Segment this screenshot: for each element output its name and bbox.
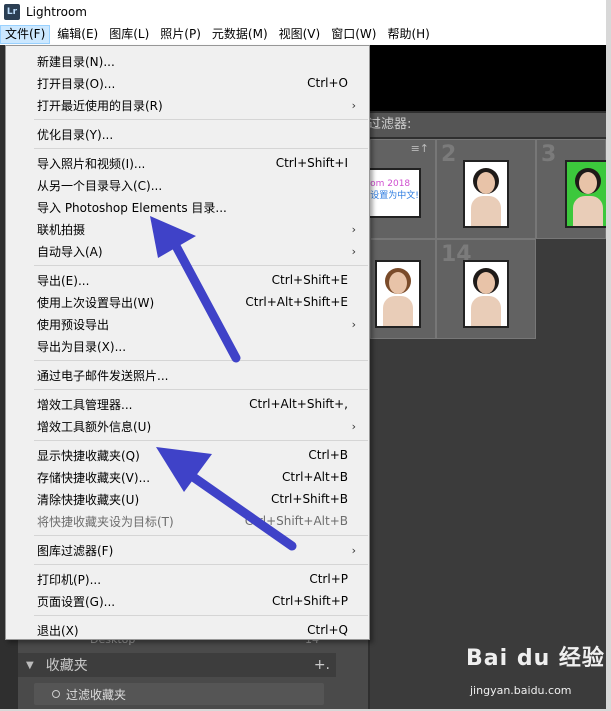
- baidu-watermark: Bai du 经验 jingyan.baidu.com: [466, 640, 606, 700]
- arrow-to-quick-collection-icon: [156, 447, 297, 551]
- window-frame-edge: [606, 0, 611, 711]
- annotation-arrows: [150, 216, 297, 551]
- watermark-url: jingyan.baidu.com: [470, 684, 572, 697]
- watermark-logo: Bai du 经验: [466, 646, 605, 671]
- arrow-to-import-icon: [150, 216, 241, 363]
